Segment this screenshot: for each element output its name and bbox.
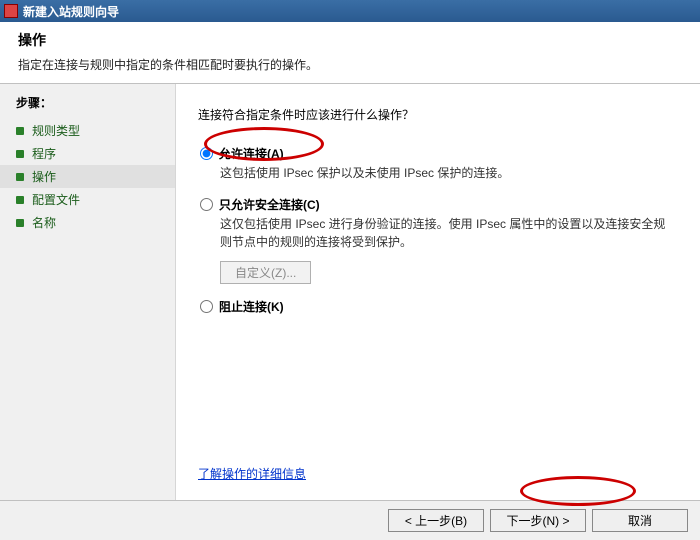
bullet-icon: [16, 196, 24, 204]
customize-button: 自定义(Z)...: [220, 261, 311, 284]
wizard-content: 连接符合指定条件时应该进行什么操作？ 允许连接(A) 这包括使用 IPsec 保…: [176, 84, 700, 500]
app-icon: [4, 4, 18, 18]
radio-allow[interactable]: [200, 147, 213, 160]
cancel-button[interactable]: 取消: [592, 509, 688, 532]
prompt-text: 连接符合指定条件时应该进行什么操作？: [198, 106, 672, 123]
back-button[interactable]: < 上一步(B): [388, 509, 484, 532]
option-secure: 只允许安全连接(C) 这仅包括使用 IPsec 进行身份验证的连接。使用 IPs…: [198, 196, 672, 284]
bullet-icon: [16, 219, 24, 227]
step-label: 名称: [32, 214, 56, 231]
option-allow-desc: 这包括使用 IPsec 保护以及未使用 IPsec 保护的连接。: [200, 165, 670, 182]
step-label: 规则类型: [32, 122, 80, 139]
wizard-body: 步骤： 规则类型 程序 操作 配置文件 名称 连接符合指定条件时应该进行什么操作…: [0, 84, 700, 500]
step-label: 操作: [32, 168, 56, 185]
option-allow-row[interactable]: 允许连接(A): [200, 145, 672, 162]
page-title: 操作: [18, 30, 682, 50]
window-title: 新建入站规则向导: [23, 3, 119, 20]
step-label: 程序: [32, 145, 56, 162]
next-button[interactable]: 下一步(N) >: [490, 509, 586, 532]
bullet-icon: [16, 173, 24, 181]
wizard-footer: < 上一步(B) 下一步(N) > 取消: [0, 500, 700, 540]
option-secure-desc: 这仅包括使用 IPsec 进行身份验证的连接。使用 IPsec 属性中的设置以及…: [200, 216, 670, 251]
step-profile[interactable]: 配置文件: [0, 188, 175, 211]
option-block: 阻止连接(K): [198, 298, 672, 315]
option-secure-row[interactable]: 只允许安全连接(C): [200, 196, 672, 213]
wizard-header: 操作 指定在连接与规则中指定的条件相匹配时要执行的操作。: [0, 22, 700, 84]
step-label: 配置文件: [32, 191, 80, 208]
radio-block[interactable]: [200, 300, 213, 313]
page-subtitle: 指定在连接与规则中指定的条件相匹配时要执行的操作。: [18, 56, 682, 73]
step-action[interactable]: 操作: [0, 165, 175, 188]
option-block-row[interactable]: 阻止连接(K): [200, 298, 672, 315]
option-allow: 允许连接(A) 这包括使用 IPsec 保护以及未使用 IPsec 保护的连接。: [198, 145, 672, 182]
radio-secure[interactable]: [200, 198, 213, 211]
option-secure-label: 只允许安全连接(C): [219, 196, 320, 213]
steps-title: 步骤：: [0, 94, 175, 119]
step-program[interactable]: 程序: [0, 142, 175, 165]
steps-sidebar: 步骤： 规则类型 程序 操作 配置文件 名称: [0, 84, 176, 500]
titlebar: 新建入站规则向导: [0, 0, 700, 22]
bullet-icon: [16, 127, 24, 135]
option-allow-label: 允许连接(A): [219, 145, 284, 162]
bullet-icon: [16, 150, 24, 158]
option-block-label: 阻止连接(K): [219, 298, 284, 315]
step-rule-type[interactable]: 规则类型: [0, 119, 175, 142]
step-name[interactable]: 名称: [0, 211, 175, 234]
learn-more-link[interactable]: 了解操作的详细信息: [198, 465, 306, 482]
